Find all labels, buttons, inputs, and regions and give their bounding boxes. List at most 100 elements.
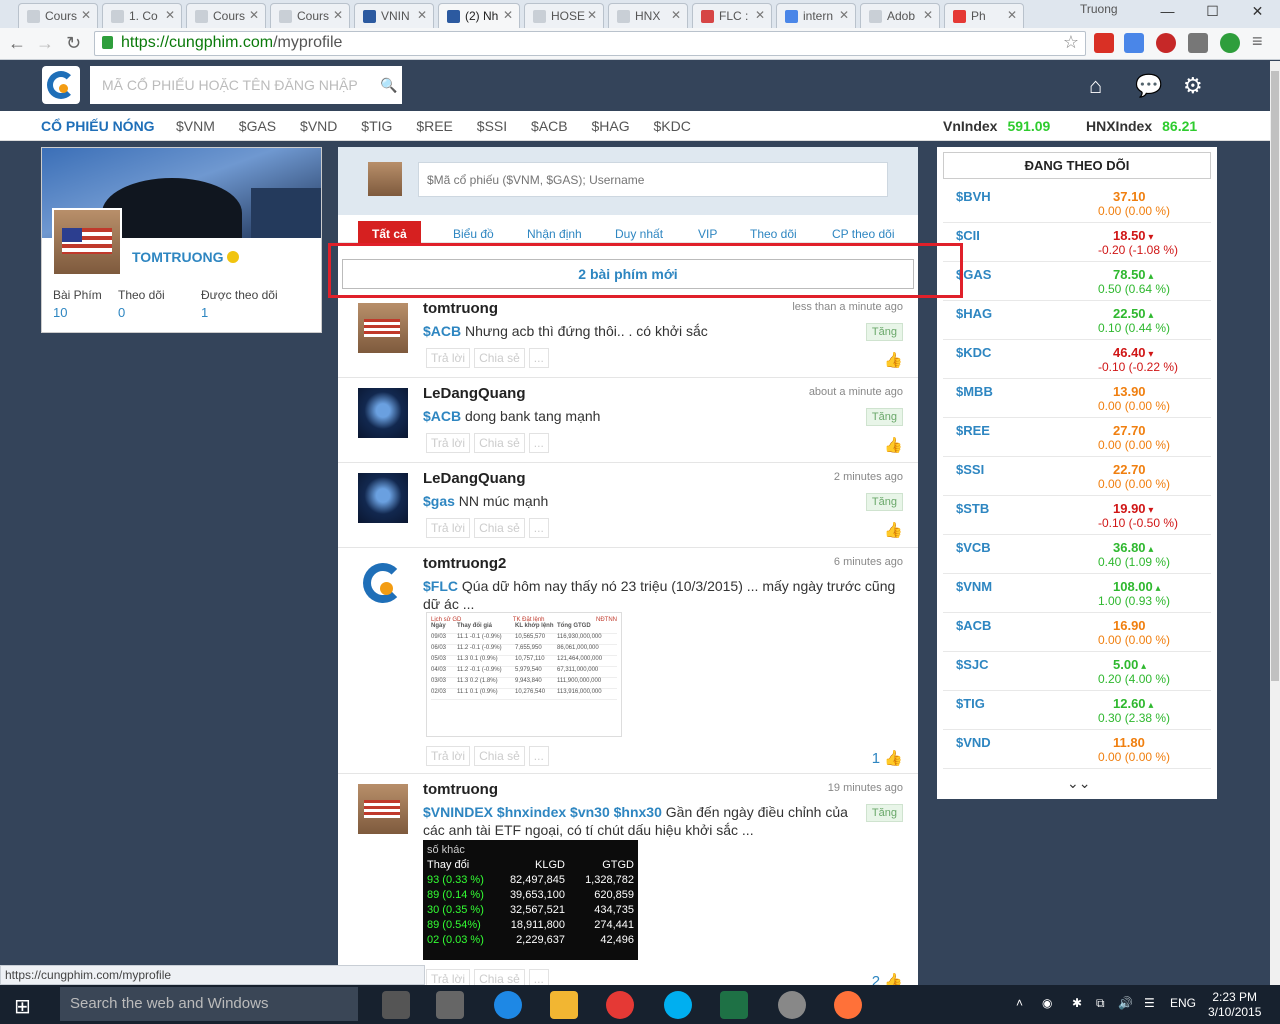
close-icon[interactable]: ✕ bbox=[333, 8, 343, 22]
menu-icon[interactable]: ≡ bbox=[1252, 31, 1263, 52]
following-symbol[interactable]: $SSI bbox=[956, 462, 984, 477]
browser-tab[interactable]: Cours ✕ bbox=[18, 3, 98, 28]
following-symbol[interactable]: $ACB bbox=[956, 618, 991, 633]
taskbar-clock[interactable]: 2:23 PM 3/10/2015 bbox=[1208, 990, 1261, 1020]
post-author[interactable]: tomtruong bbox=[423, 300, 498, 317]
avatar[interactable] bbox=[358, 303, 408, 353]
close-icon[interactable]: ✕ bbox=[1007, 8, 1017, 22]
back-icon[interactable]: ← bbox=[8, 33, 26, 54]
share-button[interactable]: Chia sẻ bbox=[474, 746, 525, 766]
tab-unique[interactable]: Duy nhất bbox=[615, 227, 663, 241]
notifications-icon[interactable]: ☰ bbox=[1144, 996, 1155, 1010]
following-row[interactable]: $VNM 108.00 ▴ 1.00 (0.93 %) bbox=[943, 574, 1211, 613]
following-row[interactable]: $KDC 46.40 ▾ -0.10 (-0.22 %) bbox=[943, 340, 1211, 379]
browser-tab[interactable]: HOSE ✕ bbox=[524, 3, 604, 28]
volume-icon[interactable]: 🔊 bbox=[1118, 996, 1133, 1010]
close-icon[interactable]: ✕ bbox=[839, 8, 849, 22]
avatar[interactable] bbox=[52, 208, 122, 276]
browser-tab-active[interactable]: (2) Nh ✕ bbox=[438, 3, 520, 28]
following-symbol[interactable]: $VND bbox=[956, 735, 991, 750]
following-symbol[interactable]: $TIG bbox=[956, 696, 985, 711]
hot-stock-link[interactable]: $SSI bbox=[477, 118, 507, 134]
post-author[interactable]: tomtruong2 bbox=[423, 555, 506, 572]
following-symbol[interactable]: $CII bbox=[956, 228, 980, 243]
vnindex[interactable]: VnIndex 591.09 bbox=[943, 118, 1050, 134]
extension-icon[interactable] bbox=[1220, 33, 1240, 53]
reply-button[interactable]: Trả lời bbox=[426, 348, 471, 368]
like-button[interactable]: 1 👍 bbox=[872, 749, 903, 767]
hot-stock-link[interactable]: $HAG bbox=[592, 118, 630, 134]
chat-icon[interactable]: 💬 bbox=[1135, 73, 1162, 99]
language-indicator[interactable]: ENG bbox=[1170, 996, 1196, 1010]
browser-tab[interactable]: Ph ✕ bbox=[944, 3, 1024, 28]
close-icon[interactable]: ✕ bbox=[165, 8, 175, 22]
following-row[interactable]: $SSI 22.70 0.00 (0.00 %) bbox=[943, 457, 1211, 496]
site-logo[interactable] bbox=[42, 66, 80, 104]
tab-following[interactable]: Theo dõi bbox=[750, 227, 797, 241]
more-button[interactable]: ... bbox=[528, 348, 549, 368]
post-ticker[interactable]: $VNINDEX $hnxindex $vn30 $hnx30 bbox=[423, 804, 662, 820]
avatar[interactable] bbox=[358, 473, 408, 523]
browser-tab[interactable]: VNIN ✕ bbox=[354, 3, 434, 28]
like-button[interactable]: 👍 bbox=[884, 521, 903, 539]
browser-profile-name[interactable]: Truong bbox=[1080, 2, 1118, 16]
following-row[interactable]: $VCB 36.80 ▴ 0.40 (1.09 %) bbox=[943, 535, 1211, 574]
taskbar-search-input[interactable]: Search the web and Windows bbox=[60, 987, 358, 1021]
scrollbar[interactable] bbox=[1270, 61, 1280, 985]
close-icon[interactable]: ✕ bbox=[249, 8, 259, 22]
post-ticker[interactable]: $ACB bbox=[423, 323, 461, 339]
tray-app-icon[interactable]: ✱ bbox=[1072, 996, 1082, 1010]
post-ticker[interactable]: $ACB bbox=[423, 408, 461, 424]
close-icon[interactable]: ✕ bbox=[587, 8, 597, 22]
extension-icon[interactable] bbox=[1156, 33, 1176, 53]
following-row[interactable]: $ACB 16.90 0.00 (0.00 %) bbox=[943, 613, 1211, 652]
hot-stock-link[interactable]: $GAS bbox=[239, 118, 276, 134]
following-row[interactable]: $GAS 78.50 ▴ 0.50 (0.64 %) bbox=[943, 262, 1211, 301]
following-row[interactable]: $STB 19.90 ▾ -0.10 (-0.50 %) bbox=[943, 496, 1211, 535]
store-icon[interactable] bbox=[436, 991, 464, 1019]
browser-tab[interactable]: 1. Co ✕ bbox=[102, 3, 182, 28]
more-button[interactable]: ... bbox=[528, 746, 549, 766]
following-symbol[interactable]: $REE bbox=[956, 423, 990, 438]
network-icon[interactable]: ◉ bbox=[1042, 996, 1052, 1010]
gmail-extension-icon[interactable] bbox=[1094, 33, 1114, 53]
avatar[interactable] bbox=[358, 388, 408, 438]
reply-button[interactable]: Trả lời bbox=[426, 433, 471, 453]
tab-charts[interactable]: Biểu đồ bbox=[453, 227, 494, 241]
composer-input[interactable] bbox=[418, 162, 888, 197]
file-explorer-icon[interactable] bbox=[550, 991, 578, 1019]
extension-icon[interactable] bbox=[1188, 33, 1208, 53]
close-icon[interactable]: ✕ bbox=[417, 8, 427, 22]
forward-icon[interactable]: → bbox=[36, 33, 54, 54]
hot-stock-link[interactable]: $VND bbox=[300, 118, 337, 134]
browser-tab[interactable]: FLC : ✕ bbox=[692, 3, 772, 28]
tray-app-icon[interactable]: ⧉ bbox=[1096, 996, 1105, 1011]
following-row[interactable]: $CII 18.50 ▾ -0.20 (-1.08 %) bbox=[943, 223, 1211, 262]
tray-chevron-icon[interactable]: ˄ bbox=[1016, 996, 1023, 1010]
hot-stock-link[interactable]: $VNM bbox=[176, 118, 215, 134]
post-author[interactable]: LeDangQuang bbox=[423, 470, 526, 487]
close-icon[interactable]: ✕ bbox=[81, 8, 91, 22]
scrollbar-thumb[interactable] bbox=[1271, 71, 1279, 681]
post-image-index-table[interactable]: số khác Thay đổi KLGD GTGD 93 (0.33 %) 82,4… bbox=[423, 840, 638, 960]
hot-stock-link[interactable]: $ACB bbox=[531, 118, 568, 134]
browser-tab[interactable]: Cours ✕ bbox=[270, 3, 350, 28]
post-author[interactable]: tomtruong bbox=[423, 781, 498, 798]
browser-tab[interactable]: Cours ✕ bbox=[186, 3, 266, 28]
reply-button[interactable]: Trả lời bbox=[426, 518, 471, 538]
address-bar[interactable]: https://cungphim.com/myprofile ☆ bbox=[94, 31, 1086, 56]
following-symbol[interactable]: $SJC bbox=[956, 657, 989, 672]
tab-all[interactable]: Tất cả bbox=[358, 221, 421, 245]
browser-tab[interactable]: Adob ✕ bbox=[860, 3, 940, 28]
following-symbol[interactable]: $KDC bbox=[956, 345, 991, 360]
following-symbol[interactable]: $VNM bbox=[956, 579, 992, 594]
site-search-input[interactable]: MÃ CỔ PHIẾU HOẶC TÊN ĐĂNG NHẬP bbox=[90, 66, 402, 104]
close-window-icon[interactable]: ✕ bbox=[1235, 0, 1280, 24]
task-view-icon[interactable] bbox=[382, 991, 410, 1019]
share-button[interactable]: Chia sẻ bbox=[474, 348, 525, 368]
hot-stock-link[interactable]: $TIG bbox=[361, 118, 392, 134]
maximize-icon[interactable]: ☐ bbox=[1190, 0, 1235, 24]
following-row[interactable]: $HAG 22.50 ▴ 0.10 (0.44 %) bbox=[943, 301, 1211, 340]
hot-stock-link[interactable]: $KDC bbox=[654, 118, 691, 134]
following-symbol[interactable]: $MBB bbox=[956, 384, 993, 399]
